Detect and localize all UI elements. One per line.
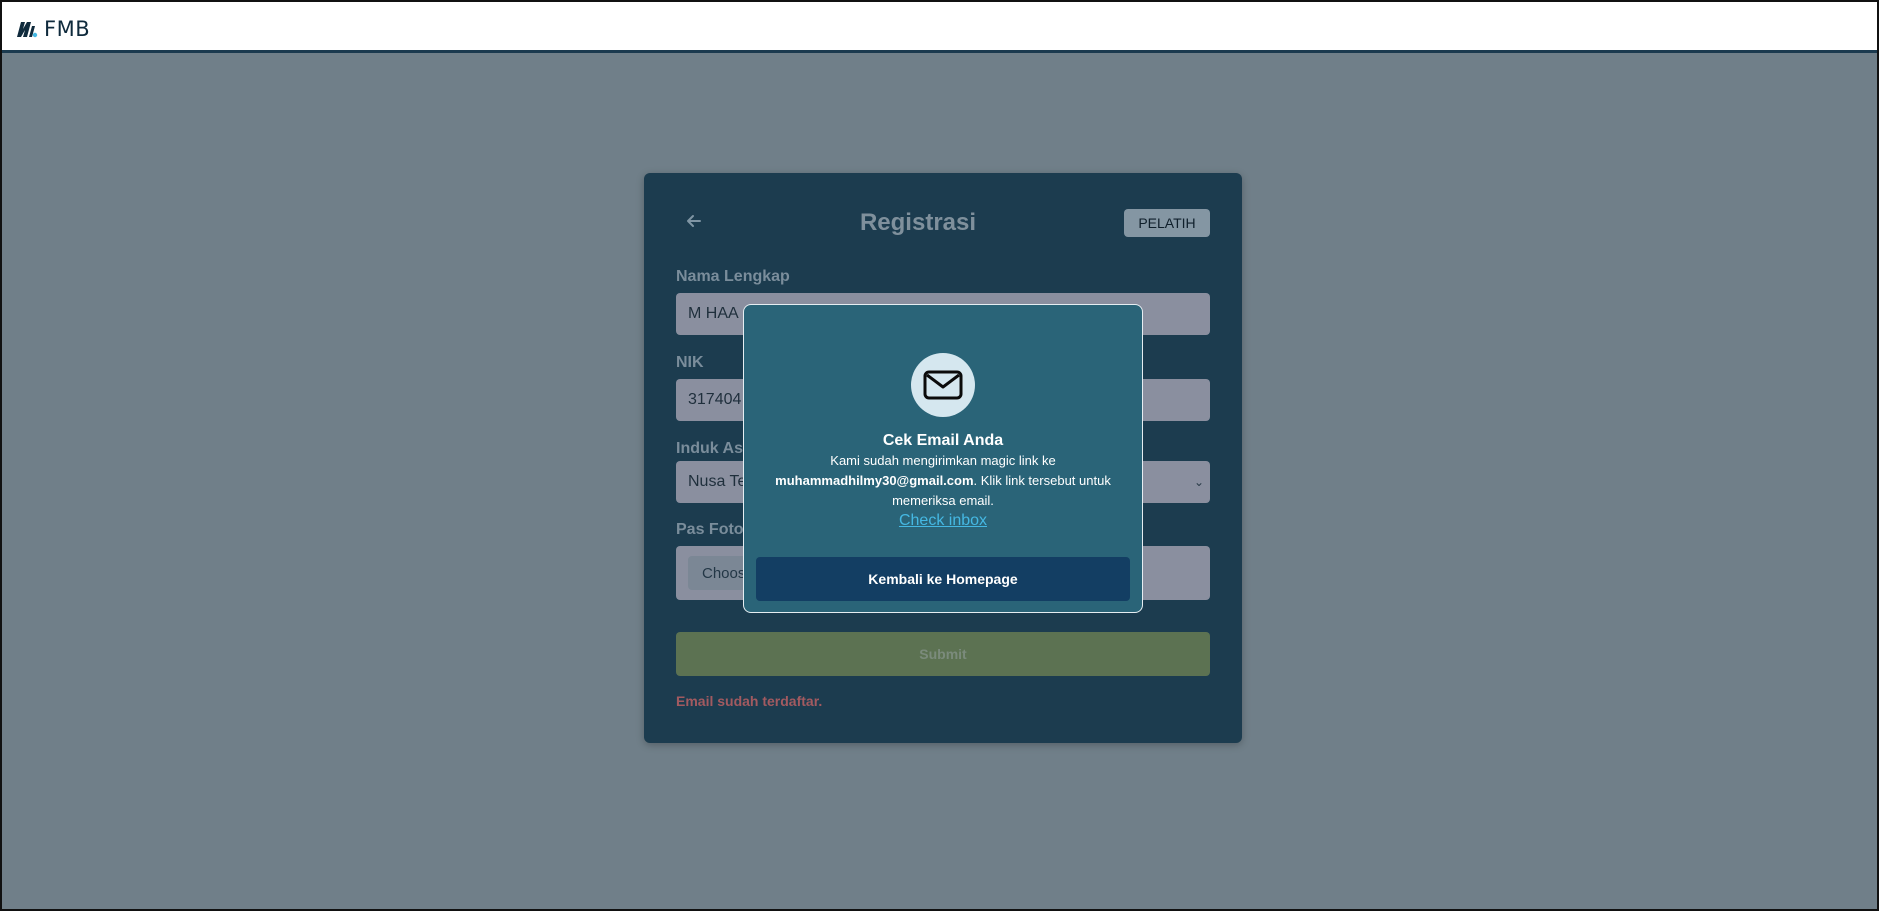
check-inbox-link[interactable]: Check inbox [744,512,1142,530]
top-navbar: FMB [2,2,1877,53]
brand[interactable]: FMB [16,16,90,42]
role-badge[interactable]: PELATIH [1124,209,1210,237]
nik-value: 317404 [688,391,742,408]
full-name-label: Nama Lengkap [676,268,790,285]
email-address: muhammadhilmy30@gmail.com [775,473,974,488]
submit-button[interactable]: Submit [676,632,1210,676]
photo-label: Pas Foto [676,521,744,538]
back-to-homepage-button[interactable]: Kembali ke Homepage [756,557,1130,601]
modal-message: Kami sudah mengirimkan magic link ke muh… [774,451,1112,511]
fmb-logo-icon [16,19,38,39]
app-window: FMB Registrasi PELATIH Nama Lengkap M HA… [0,0,1879,911]
association-value: Nusa Te [688,473,747,490]
brand-name: FMB [44,17,91,41]
mail-icon-circle [911,353,975,417]
modal-title: Cek Email Anda [882,432,1004,449]
chevron-down-icon: ⌄ [1193,475,1204,489]
mail-icon [923,370,963,400]
check-email-modal: Cek Email Anda Kami sudah mengirimkan ma… [743,304,1143,613]
page-title: Registrasi [859,209,977,236]
message-prefix: Kami sudah mengirimkan magic link ke [830,453,1056,468]
error-message: Email sudah terdaftar. [676,693,823,709]
full-name-value: M HAA [688,305,739,322]
nik-label: NIK [676,354,704,371]
association-label: Induk Aso [676,440,753,457]
